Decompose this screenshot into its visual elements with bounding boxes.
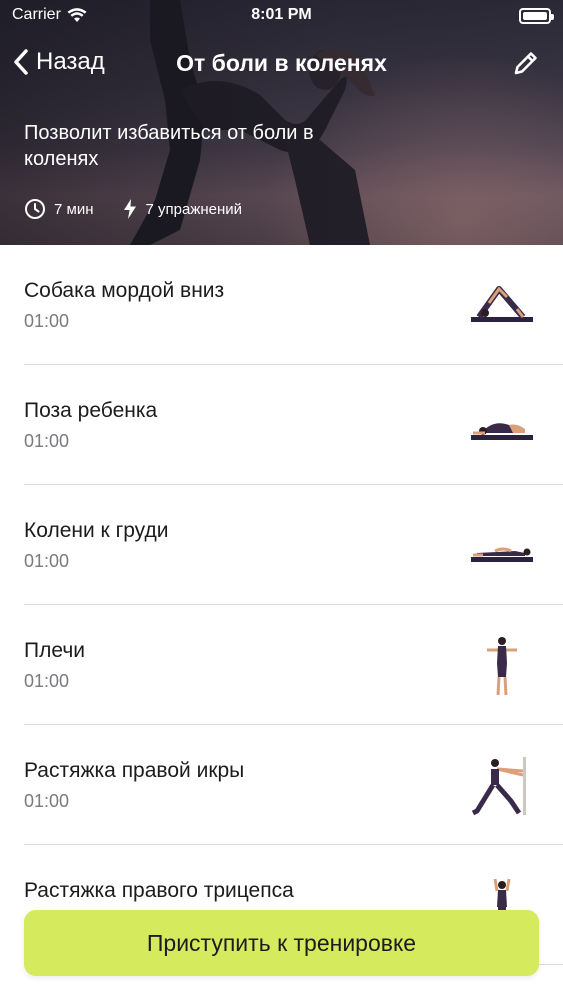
start-workout-label: Приступить к тренировке <box>146 929 417 956</box>
exercise-name: Растяжка правого трицепса <box>24 879 294 902</box>
knees-to-chest-pose-icon <box>471 547 533 562</box>
exercise-duration: 01:00 <box>24 791 70 811</box>
lightning-icon <box>123 199 136 219</box>
workout-header: Carrier 8:01 PM Назад От боли в коленях … <box>0 0 563 245</box>
exercise-name: Растяжка правой икры <box>24 759 245 782</box>
exercise-name: Колени к груди <box>24 519 169 542</box>
status-bar: Carrier 8:01 PM <box>0 0 563 32</box>
downward-dog-pose-icon <box>471 286 533 322</box>
exercises-count-info: 7 упражнений <box>122 198 243 220</box>
exercise-row[interactable]: Поза ребенка 01:00 <box>24 365 563 485</box>
exercise-name: Плечи <box>24 639 86 662</box>
exercise-row[interactable]: Растяжка правой икры 01:00 <box>24 725 563 845</box>
status-time: 8:01 PM <box>251 6 312 23</box>
navigation-bar: Назад От боли в коленях <box>0 42 563 86</box>
shoulders-stretch-icon <box>487 637 517 696</box>
calf-stretch-icon <box>471 757 526 816</box>
exercises-count-label: 7 упражнений <box>145 200 243 218</box>
child-pose-icon <box>471 423 533 440</box>
clock-icon <box>25 199 45 219</box>
exercise-duration: 01:00 <box>24 311 70 331</box>
exercise-name: Поза ребенка <box>24 399 158 422</box>
battery-icon <box>519 8 554 24</box>
list-bottom-background <box>0 985 563 1000</box>
duration-label: 7 мин <box>54 200 94 218</box>
exercise-row[interactable]: Собака мордой вниз 01:00 <box>24 245 563 365</box>
workout-description: Позволит избавиться от боли в коленях <box>24 122 314 170</box>
exercise-duration: 01:00 <box>24 671 70 691</box>
exercise-name: Собака мордой вниз <box>24 279 225 302</box>
exercise-row[interactable]: Плечи 01:00 <box>24 605 563 725</box>
workout-meta: 7 мин 7 упражнений <box>24 198 270 220</box>
start-workout-button[interactable]: Приступить к тренировке <box>24 910 539 976</box>
exercise-list: Собака мордой вниз 01:00 Поза ребенка 01… <box>0 245 563 965</box>
exercise-duration: 01:00 <box>24 551 70 571</box>
page-title: От боли в коленях <box>176 50 387 76</box>
duration-info: 7 мин <box>24 198 94 220</box>
pencil-icon[interactable] <box>511 48 541 78</box>
exercise-row[interactable]: Колени к груди 01:00 <box>24 485 563 605</box>
exercise-duration: 01:00 <box>24 431 70 451</box>
